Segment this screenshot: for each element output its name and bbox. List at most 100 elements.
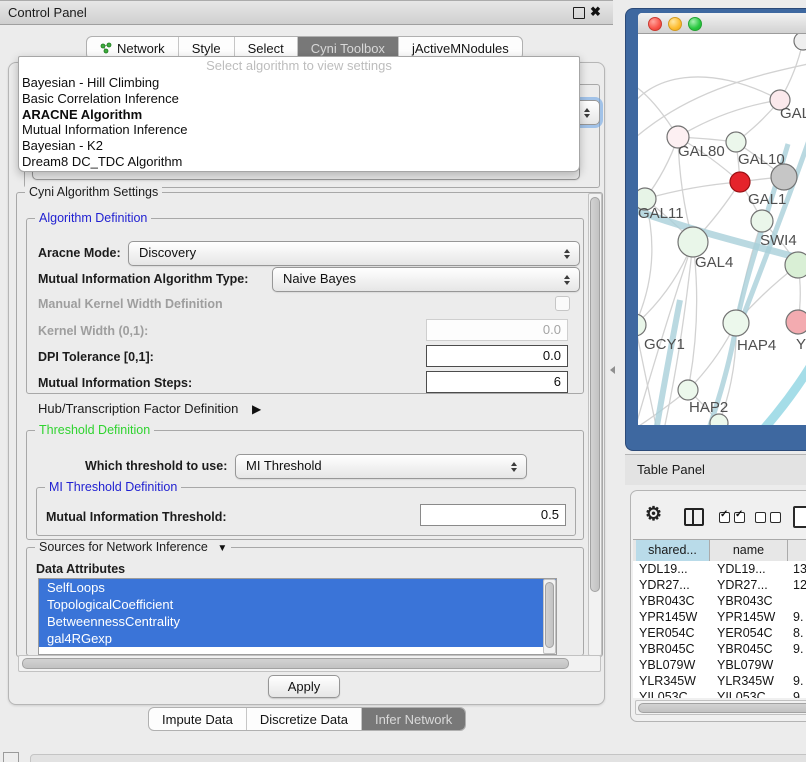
table-cell: YPR145W: [711, 609, 789, 625]
node-label: GAL4: [695, 254, 733, 271]
collapse-down-icon: ▼: [217, 543, 227, 554]
node-label: GAL80: [678, 143, 725, 160]
network-view[interactable]: GALGAL80GAL10GAL1GAL11SWI4GAL4GCY1HAP4YH…: [638, 13, 806, 425]
group-title: Algorithm Definition: [35, 211, 151, 225]
table-cell: YDL19...: [633, 561, 711, 577]
aracne-mode-label: Aracne Mode:: [38, 246, 121, 260]
algorithm-option[interactable]: Mutual Information Inference: [19, 122, 579, 138]
combo-arrows-icon: [583, 108, 591, 118]
attribute-item[interactable]: BetweennessCentrality: [39, 613, 556, 630]
which-threshold-combobox[interactable]: MI Threshold: [235, 454, 527, 479]
document-icon[interactable]: [793, 506, 806, 528]
kernel-width-label: Kernel Width (0,1):: [38, 324, 148, 338]
group-title: MI Threshold Definition: [45, 480, 181, 494]
mi-threshold-label: Mutual Information Threshold:: [46, 510, 227, 524]
network-node-y: [786, 310, 806, 334]
combo-value: Discovery: [139, 242, 196, 264]
table-row[interactable]: YBR043CYBR043C: [633, 593, 806, 609]
manual-kernel-checkbox[interactable]: [555, 296, 570, 311]
attribute-item[interactable]: SelfLoops: [39, 579, 556, 596]
table-cell: 9.: [789, 689, 806, 698]
table-row[interactable]: YIL053CYIL053C9.: [633, 689, 806, 698]
mi-algorithm-type-combobox[interactable]: Naive Bayes: [272, 267, 580, 292]
group-title: Cyni Algorithm Settings: [25, 185, 162, 199]
table-cell: YBL079W: [633, 657, 711, 673]
table-cell: YER054C: [633, 625, 711, 641]
algorithm-option[interactable]: ARACNE Algorithm: [19, 107, 579, 123]
dpi-tolerance-label: DPI Tolerance [0,1]:: [38, 350, 154, 364]
apply-button[interactable]: Apply: [268, 675, 340, 698]
attribute-item[interactable]: gal4RGexp: [39, 630, 556, 647]
attributes-scrollbar[interactable]: [543, 579, 556, 654]
data-attributes-list[interactable]: SelfLoopsTopologicalCoefficientBetweenne…: [38, 578, 557, 655]
column-header-clipped[interactable]: [788, 540, 806, 561]
table-rows[interactable]: YDL19...YDL19...13YDR27...YDR27...12YBR0…: [633, 561, 806, 698]
mi-steps-field[interactable]: 6: [426, 371, 568, 393]
settings-horizontal-scrollbar[interactable]: [18, 655, 601, 672]
tab-label: Infer Network: [375, 712, 452, 727]
column-header-name[interactable]: name: [710, 540, 788, 561]
table-cell: YPR145W: [633, 609, 711, 625]
node-label: GAL10: [738, 151, 785, 168]
close-icon[interactable]: ✖: [590, 3, 601, 21]
network-edge: [645, 182, 740, 199]
table-panel-title: Table Panel: [637, 455, 705, 485]
sources-toggle[interactable]: Sources for Network Inference ▼: [35, 540, 231, 554]
float-window-icon[interactable]: [573, 7, 585, 19]
table-row[interactable]: YDL19...YDL19...13: [633, 561, 806, 577]
settings-vertical-scrollbar[interactable]: [588, 193, 602, 656]
table-cell: YIL053C: [633, 689, 711, 698]
table-cell: YIL053C: [711, 689, 789, 698]
network-node-gal10: [726, 132, 746, 152]
select-all-checkboxes-icon[interactable]: ✓✓: [719, 512, 745, 523]
tab-label: Discretize Data: [260, 712, 348, 727]
minimize-window-icon[interactable]: [668, 17, 682, 31]
table-row[interactable]: YDR27...YDR27...12: [633, 577, 806, 593]
hub-definition-toggle[interactable]: Hub/Transcription Factor Definition ▶: [38, 401, 261, 416]
network-canvas[interactable]: GALGAL80GAL10GAL1GAL11SWI4GAL4GCY1HAP4YH…: [638, 34, 806, 425]
network-node: [785, 252, 806, 278]
table-cell: 9.: [789, 641, 806, 657]
network-node-gal1: [730, 172, 750, 192]
table-row[interactable]: YPR145WYPR145W9.: [633, 609, 806, 625]
algorithm-dropdown: Select algorithm to view settings Bayesi…: [18, 56, 580, 172]
application-screen: Control Panel ✖ Network Style Select Cyn…: [0, 0, 806, 762]
table-header-row: shared... name: [633, 539, 806, 563]
tab-impute-data[interactable]: Impute Data: [149, 708, 247, 730]
aracne-mode-combobox[interactable]: Discovery: [128, 241, 580, 266]
node-label: GAL11: [638, 205, 684, 222]
network-edge: [678, 100, 780, 137]
tab-label: Cyni Toolbox: [311, 41, 385, 56]
algorithm-option[interactable]: Basic Correlation Inference: [19, 91, 579, 107]
algorithm-option[interactable]: Dream8 DC_TDC Algorithm: [19, 154, 579, 170]
algorithm-option[interactable]: Bayesian - Hill Climbing: [19, 75, 579, 91]
mi-threshold-field[interactable]: 0.5: [420, 504, 566, 526]
tab-infer-network[interactable]: Infer Network: [362, 708, 465, 730]
panel-collapse-icon[interactable]: [610, 366, 615, 374]
network-window[interactable]: GALGAL80GAL10GAL1GAL11SWI4GAL4GCY1HAP4YH…: [625, 8, 806, 451]
table-cell: [789, 593, 806, 609]
zoom-window-icon[interactable]: [688, 17, 702, 31]
settings-gear-icon[interactable]: ⚙: [645, 505, 662, 524]
table-row[interactable]: YBL079WYBL079W: [633, 657, 806, 673]
tab-discretize-data[interactable]: Discretize Data: [247, 708, 362, 730]
close-window-icon[interactable]: [648, 17, 662, 31]
attribute-item[interactable]: TopologicalCoefficient: [39, 596, 556, 613]
split-columns-icon[interactable]: [684, 508, 704, 526]
dock-grip[interactable]: [3, 752, 19, 762]
kernel-width-field[interactable]: 0.0: [426, 319, 568, 341]
table-cell: [789, 657, 806, 673]
deselect-checkboxes-icon[interactable]: [755, 512, 781, 523]
algorithm-options: Bayesian - Hill ClimbingBasic Correlatio…: [19, 75, 579, 170]
algorithm-option[interactable]: Bayesian - K2: [19, 138, 579, 154]
table-row[interactable]: YER054CYER054C8.: [633, 625, 806, 641]
dpi-tolerance-field[interactable]: 0.0: [426, 345, 568, 367]
table-cell: 9.: [789, 673, 806, 689]
table-cell: YDR27...: [711, 577, 789, 593]
column-header-shared-name[interactable]: shared...: [636, 540, 710, 561]
table-horizontal-scrollbar[interactable]: [635, 700, 806, 715]
node-label: HAP4: [737, 337, 776, 354]
table-row[interactable]: YBR045CYBR045C9.: [633, 641, 806, 657]
table-row[interactable]: YLR345WYLR345W9.: [633, 673, 806, 689]
table-cell: 9.: [789, 609, 806, 625]
